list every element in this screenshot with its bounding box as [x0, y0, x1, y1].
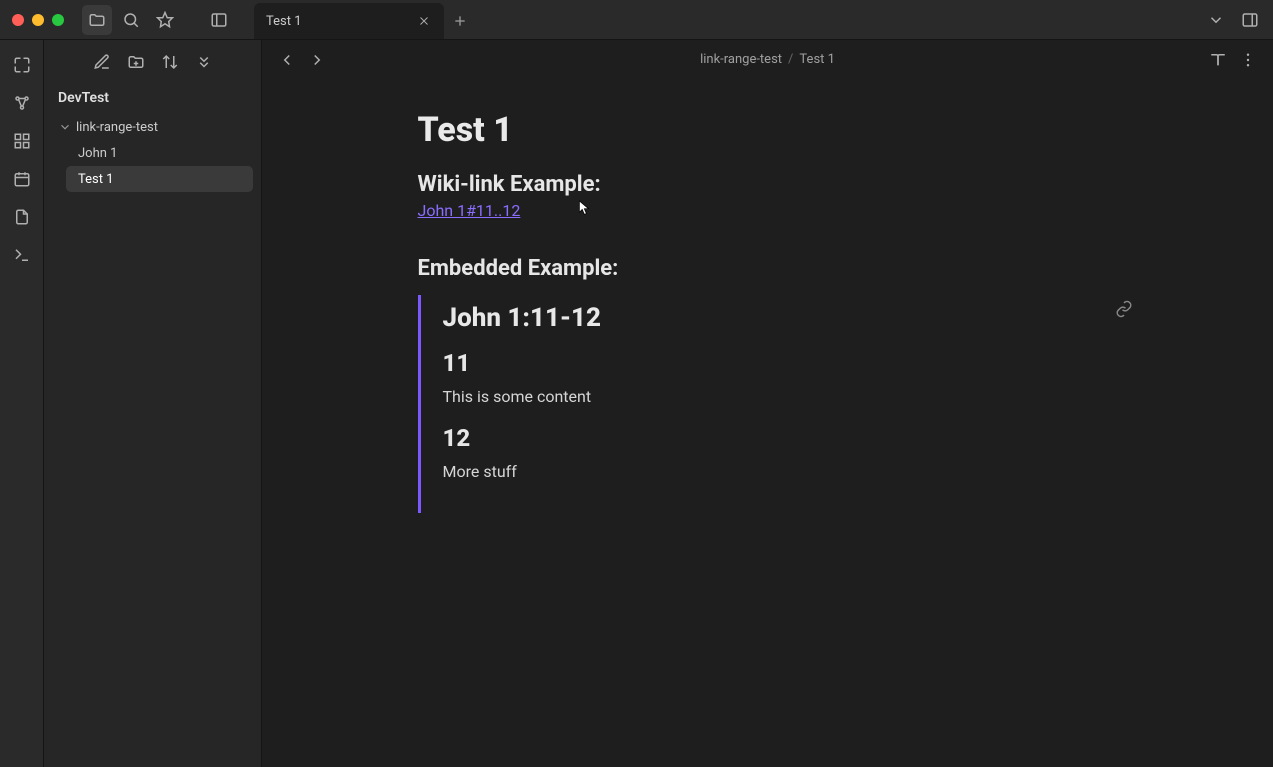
breadcrumb: link-range-test / Test 1 [336, 52, 1199, 67]
panels-icon[interactable] [1235, 5, 1265, 35]
minimize-window-button[interactable] [32, 14, 44, 26]
embed-title[interactable]: John 1:11-12 [443, 303, 1100, 333]
sidebar-left-icon[interactable] [204, 5, 234, 35]
add-tab-button[interactable] [444, 3, 476, 39]
files-icon[interactable] [5, 200, 39, 234]
document-scroll[interactable]: Test 1 Wiki-link Example: John 1#11..12 … [262, 80, 1273, 767]
tab-test-1[interactable]: Test 1 [254, 3, 444, 39]
close-icon[interactable] [416, 13, 432, 29]
reading-view-icon[interactable] [1205, 47, 1231, 73]
window-controls [0, 14, 76, 26]
new-note-icon[interactable] [88, 48, 116, 76]
collapse-icon[interactable] [190, 48, 218, 76]
tree-folder-link-range-test[interactable]: link-range-test [52, 114, 253, 140]
link-icon[interactable] [1110, 295, 1138, 323]
chevron-down-icon [58, 120, 72, 134]
nav-back-icon[interactable] [274, 47, 300, 73]
section-heading-embedded[interactable]: Embedded Example: [418, 256, 1118, 281]
document-content: Test 1 Wiki-link Example: John 1#11..12 … [418, 80, 1118, 767]
breadcrumb-sep: / [788, 52, 793, 67]
wiki-link[interactable]: John 1#11..12 [418, 201, 521, 220]
embed-section-body[interactable]: This is some content [443, 387, 1100, 406]
embedded-block: John 1:11-12 11 This is some content 12 … [418, 295, 1118, 513]
titlebar-right-tools [1201, 5, 1273, 35]
tree-file-label: Test 1 [78, 172, 114, 187]
command-icon[interactable] [5, 238, 39, 272]
tab-label: Test 1 [266, 14, 406, 29]
star-icon[interactable] [150, 5, 180, 35]
editor-pane: link-range-test / Test 1 Test 1 Wiki-lin… [262, 40, 1273, 767]
sort-icon[interactable] [156, 48, 184, 76]
section-heading-wikilink[interactable]: Wiki-link Example: [418, 172, 1118, 197]
canvas-icon[interactable] [5, 124, 39, 158]
chevron-down-icon[interactable] [1201, 5, 1231, 35]
graph-icon[interactable] [5, 86, 39, 120]
new-folder-icon[interactable] [122, 48, 150, 76]
ribbon [0, 40, 44, 767]
embed-section-heading[interactable]: 12 [443, 424, 1100, 452]
breadcrumb-segment[interactable]: Test 1 [799, 52, 835, 67]
titlebar: Test 1 [0, 0, 1273, 40]
search-icon[interactable] [116, 5, 146, 35]
close-window-button[interactable] [12, 14, 24, 26]
file-explorer: DevTest link-range-test John 1 Test 1 [44, 40, 262, 767]
embed-section-heading[interactable]: 11 [443, 349, 1100, 377]
quick-switcher-icon[interactable] [5, 48, 39, 82]
tree-file-label: John 1 [78, 146, 117, 161]
editor-header: link-range-test / Test 1 [262, 40, 1273, 80]
file-tree: link-range-test John 1 Test 1 [44, 114, 261, 192]
nav-forward-icon[interactable] [304, 47, 330, 73]
titlebar-left-tools [76, 5, 180, 35]
calendar-icon[interactable] [5, 162, 39, 196]
maximize-window-button[interactable] [52, 14, 64, 26]
tree-file-test-1[interactable]: Test 1 [66, 166, 253, 192]
file-explorer-toolbar [44, 40, 261, 84]
tree-file-john-1[interactable]: John 1 [66, 140, 253, 166]
mouse-cursor-icon [578, 199, 592, 217]
embed-section-body[interactable]: More stuff [443, 462, 1100, 481]
vault-title[interactable]: DevTest [44, 84, 261, 114]
more-options-icon[interactable] [1235, 47, 1261, 73]
breadcrumb-segment[interactable]: link-range-test [700, 52, 782, 67]
folder-icon[interactable] [82, 5, 112, 35]
tree-folder-label: link-range-test [76, 120, 158, 135]
tab-strip: Test 1 [254, 0, 476, 39]
page-title[interactable]: Test 1 [418, 110, 1118, 150]
